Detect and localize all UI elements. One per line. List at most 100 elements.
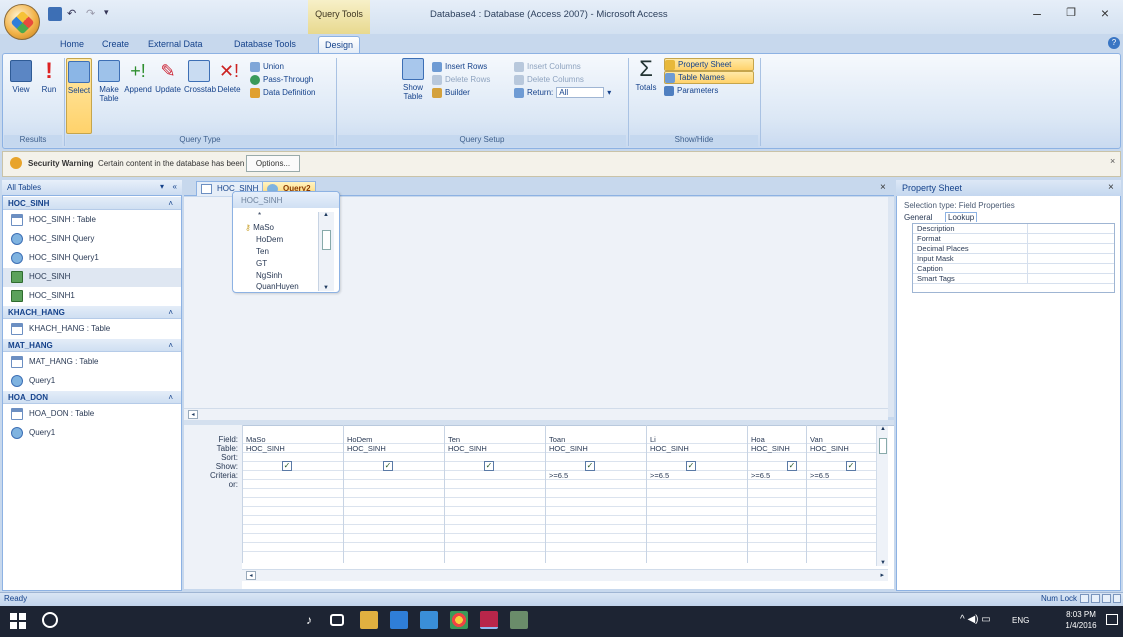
access-icon[interactable] <box>480 611 498 629</box>
field-list-title[interactable]: HOC_SINH <box>233 192 339 208</box>
property-row-caption[interactable]: Caption <box>913 264 1114 274</box>
tab-database-tools[interactable]: Database Tools <box>228 36 302 53</box>
qbe-table-cell[interactable]: HOC_SINH <box>650 444 689 453</box>
delete-button[interactable]: ✕! Delete <box>216 60 242 94</box>
qbe-field-cell[interactable]: Van <box>810 435 823 444</box>
tab-home[interactable]: Home <box>54 36 90 53</box>
qbe-field-cell[interactable]: HoDem <box>347 435 372 444</box>
scroll-down-icon[interactable]: ▼ <box>323 285 329 291</box>
nav-item-hoa-don-query1[interactable]: Query1 <box>3 424 181 443</box>
nav-item-mat-hang-table[interactable]: MAT_HANG : Table <box>3 353 181 372</box>
windows-start-icon[interactable] <box>10 613 26 629</box>
nav-group-hoc-sinh[interactable]: HOC_SINH ˄ <box>3 197 181 210</box>
horizontal-scrollbar[interactable]: ◂ <box>184 408 888 420</box>
vertical-scrollbar[interactable] <box>888 197 894 417</box>
options-button[interactable]: Options... <box>246 155 300 172</box>
datasheet-view-icon[interactable] <box>1080 594 1089 603</box>
tab-external-data[interactable]: External Data <box>142 36 209 53</box>
property-row-decimal-places[interactable]: Decimal Places <box>913 244 1114 254</box>
pass-through-button[interactable]: Pass-Through <box>250 73 330 86</box>
scroll-down-icon[interactable]: ▼ <box>880 560 886 566</box>
run-button[interactable]: ! Run <box>38 60 60 95</box>
delete-columns-button[interactable]: Delete Columns <box>514 73 624 86</box>
tab-general[interactable]: General <box>904 213 932 222</box>
qbe-table-cell[interactable]: HOC_SINH <box>347 444 386 453</box>
table-names-button[interactable]: Table Names <box>664 71 754 84</box>
tab-create[interactable]: Create <box>96 36 135 53</box>
data-definition-button[interactable]: Data Definition <box>250 86 330 99</box>
grid-vertical-scrollbar[interactable]: ▲ ▼ <box>876 426 888 566</box>
update-button[interactable]: ✎ Update <box>154 60 182 94</box>
nav-item-khach-hang-table[interactable]: KHACH_HANG : Table <box>3 320 181 339</box>
clock-time[interactable]: 8:03 PM <box>1061 610 1101 619</box>
undo-icon[interactable]: ↶ <box>67 7 81 21</box>
minimize-button[interactable]: – <box>1024 6 1050 22</box>
show-checkbox[interactable]: ✓ <box>383 461 393 471</box>
qbe-table-cell[interactable]: HOC_SINH <box>448 444 487 453</box>
field-item-hodem[interactable]: HoDem <box>256 235 283 244</box>
property-sheet-button[interactable]: Property Sheet <box>664 58 754 71</box>
notification-icon[interactable] <box>1106 614 1118 625</box>
task-view-icon[interactable] <box>330 614 344 626</box>
save-icon[interactable] <box>48 7 62 21</box>
chevron-down-icon[interactable]: ▾ <box>607 88 611 97</box>
qbe-table-cell[interactable]: HOC_SINH <box>751 444 790 453</box>
qbe-field-cell[interactable]: Li <box>650 435 656 444</box>
show-checkbox[interactable]: ✓ <box>484 461 494 471</box>
qbe-field-cell[interactable]: Hoa <box>751 435 765 444</box>
field-item-gt[interactable]: GT <box>256 259 267 268</box>
field-item-quanhuyen[interactable]: QuanHuyen <box>256 282 299 290</box>
builder-button[interactable]: Builder <box>432 86 512 99</box>
totals-button[interactable]: Σ Totals <box>632 58 660 93</box>
field-list-scrollbar[interactable]: ▲ ▼ <box>318 212 334 291</box>
select-button[interactable]: Select <box>66 58 92 134</box>
customize-qat-icon[interactable]: ▾ <box>104 7 118 21</box>
field-item-maso[interactable]: ⚷ MaSo <box>245 223 274 232</box>
close-document-icon[interactable]: × <box>880 182 886 193</box>
return-select[interactable]: All <box>556 87 605 98</box>
show-table-button[interactable]: Show Table <box>398 58 428 101</box>
scroll-up-icon[interactable]: ▲ <box>880 426 886 432</box>
scroll-thumb[interactable] <box>879 438 887 454</box>
show-checkbox[interactable]: ✓ <box>686 461 696 471</box>
shutter-bar-icon[interactable]: « <box>173 182 177 191</box>
property-row-input-mask[interactable]: Input Mask <box>913 254 1114 264</box>
maximize-button[interactable]: ❐ <box>1058 6 1084 22</box>
office-button[interactable] <box>4 4 40 40</box>
scroll-up-icon[interactable]: ▲ <box>323 212 329 218</box>
show-checkbox[interactable]: ✓ <box>282 461 292 471</box>
grid-horizontal-scrollbar[interactable]: ◂ ▸ <box>242 569 888 581</box>
qbe-criteria-cell[interactable]: >=6.5 <box>650 471 669 480</box>
qbe-table-cell[interactable]: HOC_SINH <box>810 444 849 453</box>
field-item-ngsinh[interactable]: NgSinh <box>256 271 282 280</box>
language-indicator[interactable]: ENG <box>1012 616 1029 625</box>
tab-lookup[interactable]: Lookup <box>945 212 978 222</box>
store-icon[interactable] <box>420 611 438 629</box>
close-icon[interactable]: × <box>1108 182 1114 193</box>
redo-icon[interactable]: ↷ <box>86 7 100 21</box>
nav-item-hoc-sinh-table[interactable]: HOC_SINH : Table <box>3 211 181 230</box>
file-explorer-icon[interactable] <box>360 611 378 629</box>
nav-item-mat-hang-query1[interactable]: Query1 <box>3 372 181 391</box>
qbe-criteria-cell[interactable]: >=6.5 <box>751 471 770 480</box>
nav-item-hoa-don-table[interactable]: HOA_DON : Table <box>3 405 181 424</box>
property-row-format[interactable]: Format <box>913 234 1114 244</box>
field-item-all[interactable]: * <box>258 211 261 220</box>
crosstab-button[interactable]: Crosstab <box>184 60 216 94</box>
chrome-icon[interactable] <box>450 611 468 629</box>
property-row-description[interactable]: Description <box>913 224 1114 234</box>
edge-browser-icon[interactable] <box>390 611 408 629</box>
pivot-table-view-icon[interactable] <box>1091 594 1100 603</box>
chevron-down-icon[interactable]: ▾ <box>160 182 164 191</box>
nav-item-hoc-sinh-form[interactable]: HOC_SINH <box>3 268 181 287</box>
nav-group-hoa-don[interactable]: HOA_DON ˄ <box>3 391 181 404</box>
clock-date[interactable]: 1/4/2016 <box>1061 621 1101 630</box>
microphone-icon[interactable]: ♪ <box>300 611 318 629</box>
nav-item-hoc-sinh-query[interactable]: HOC_SINH Query <box>3 230 181 249</box>
insert-rows-button[interactable]: Insert Rows <box>432 60 512 73</box>
close-button[interactable]: × <box>1092 6 1118 22</box>
view-button[interactable]: View <box>8 60 34 94</box>
qbe-criteria-cell[interactable]: >=6.5 <box>549 471 568 480</box>
nav-group-khach-hang[interactable]: KHACH_HANG ˄ <box>3 306 181 319</box>
union-button[interactable]: Union <box>250 60 330 73</box>
